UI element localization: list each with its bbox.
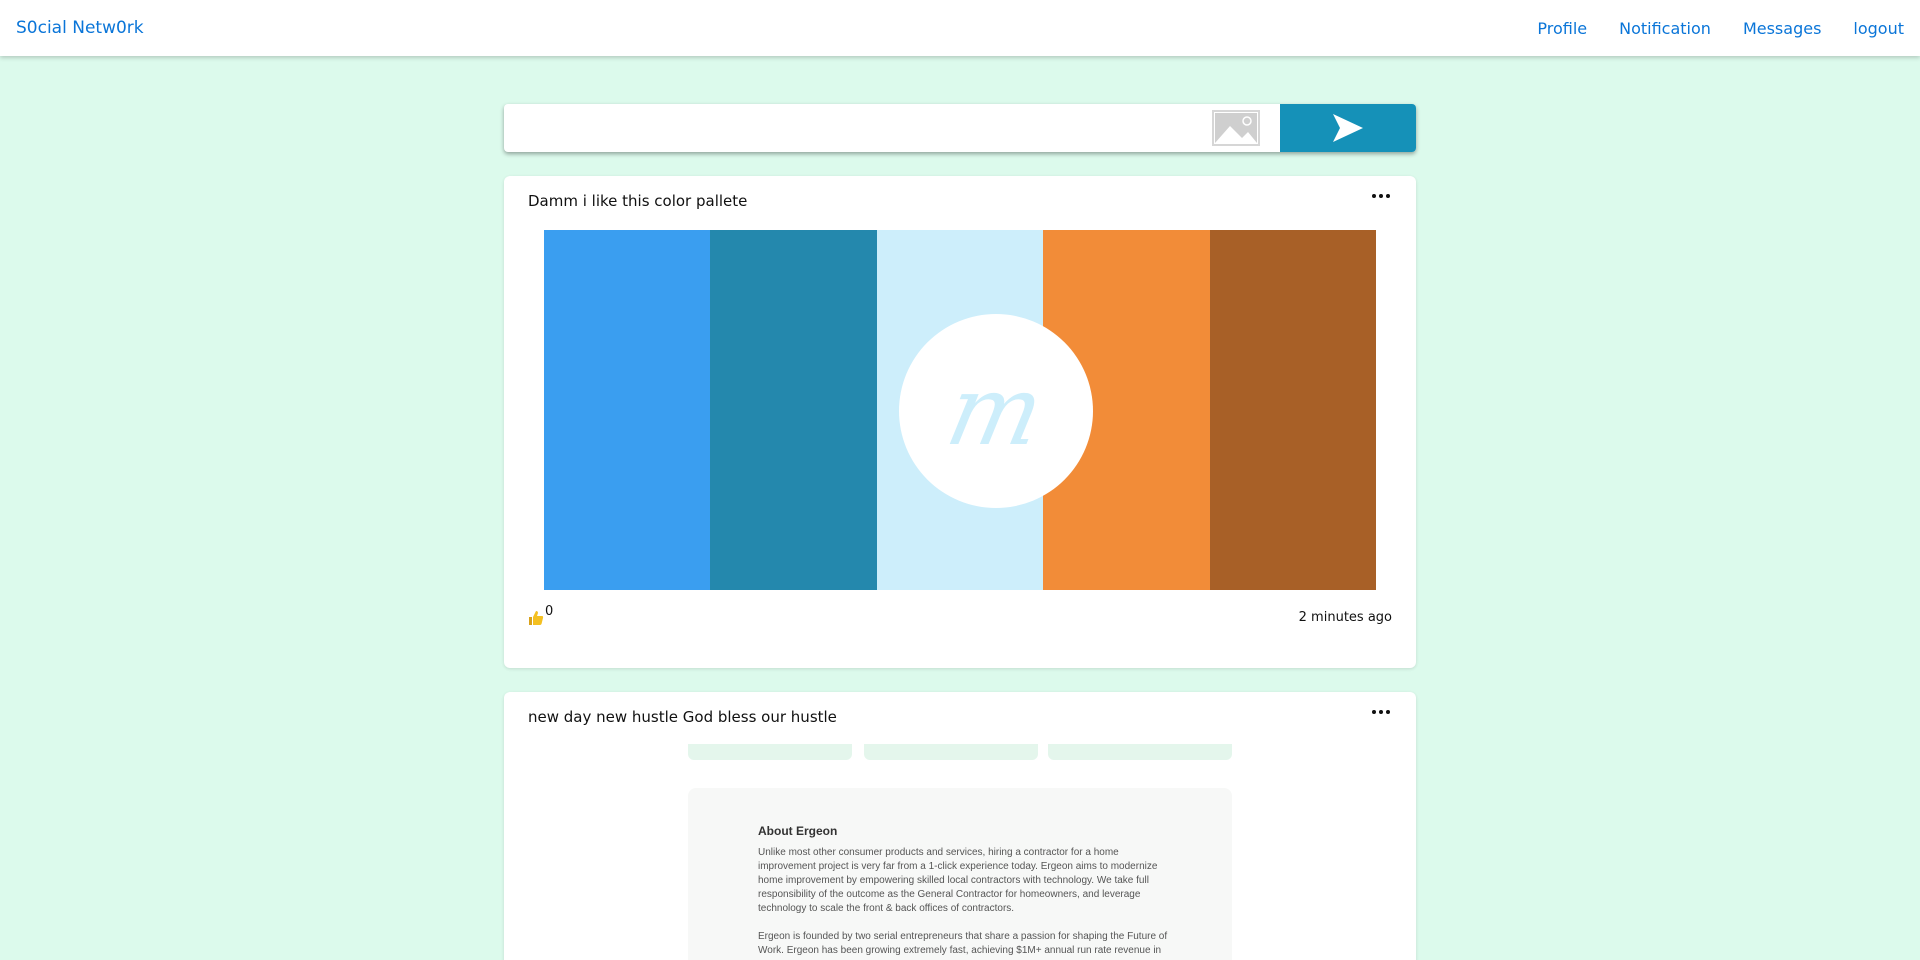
document-body: Unlike most other consumer products and … xyxy=(758,846,1168,960)
post-text: new day new hustle God bless our hustle xyxy=(528,708,837,726)
brand-link[interactable]: S0cial Netw0rk xyxy=(16,18,144,38)
post-composer xyxy=(504,104,1416,152)
send-button[interactable] xyxy=(1280,104,1416,152)
palette-swatch xyxy=(544,230,711,590)
post-card: new day new hustle God bless our hustle … xyxy=(504,692,1416,960)
post-image: About Ergeon Unlike most other consumer … xyxy=(688,744,1232,960)
post-image: m xyxy=(544,230,1377,590)
nav-profile-link[interactable]: Profile xyxy=(1537,19,1587,38)
like-count: 0 xyxy=(545,604,554,619)
screenshot-tab xyxy=(688,744,852,760)
logo-circle: m xyxy=(899,314,1093,508)
nav-messages-link[interactable]: Messages xyxy=(1743,19,1821,38)
screenshot-tab xyxy=(864,744,1038,760)
top-navbar: S0cial Netw0rk Profile Notification Mess… xyxy=(0,0,1920,56)
nav-links: Profile Notification Messages logout xyxy=(1537,19,1904,38)
post-text: Damm i like this color pallete xyxy=(528,192,748,210)
palette-swatch xyxy=(1209,230,1377,590)
document-paragraph: Unlike most other consumer products and … xyxy=(758,847,1158,914)
post-card: Damm i like this color pallete m 0 2 min… xyxy=(504,176,1416,668)
document-paragraph: Ergeon is founded by two serial entrepre… xyxy=(758,931,1168,956)
like-row: 0 xyxy=(528,604,553,626)
nav-notification-link[interactable]: Notification xyxy=(1619,19,1711,38)
post-timestamp: 2 minutes ago xyxy=(1298,610,1392,625)
post-input[interactable] xyxy=(504,104,1212,152)
image-icon[interactable] xyxy=(1212,110,1260,146)
more-options-icon[interactable] xyxy=(1372,706,1392,718)
screenshot-document: About Ergeon Unlike most other consumer … xyxy=(688,788,1232,960)
nav-logout-link[interactable]: logout xyxy=(1853,19,1904,38)
send-arrow-icon xyxy=(1333,114,1363,142)
logo-letter: m xyxy=(938,355,1054,467)
more-options-icon[interactable] xyxy=(1372,190,1392,202)
palette-swatch xyxy=(710,230,877,590)
screenshot-tab xyxy=(1048,744,1232,760)
document-heading: About Ergeon xyxy=(758,824,838,838)
thumbs-up-icon[interactable] xyxy=(528,610,544,626)
